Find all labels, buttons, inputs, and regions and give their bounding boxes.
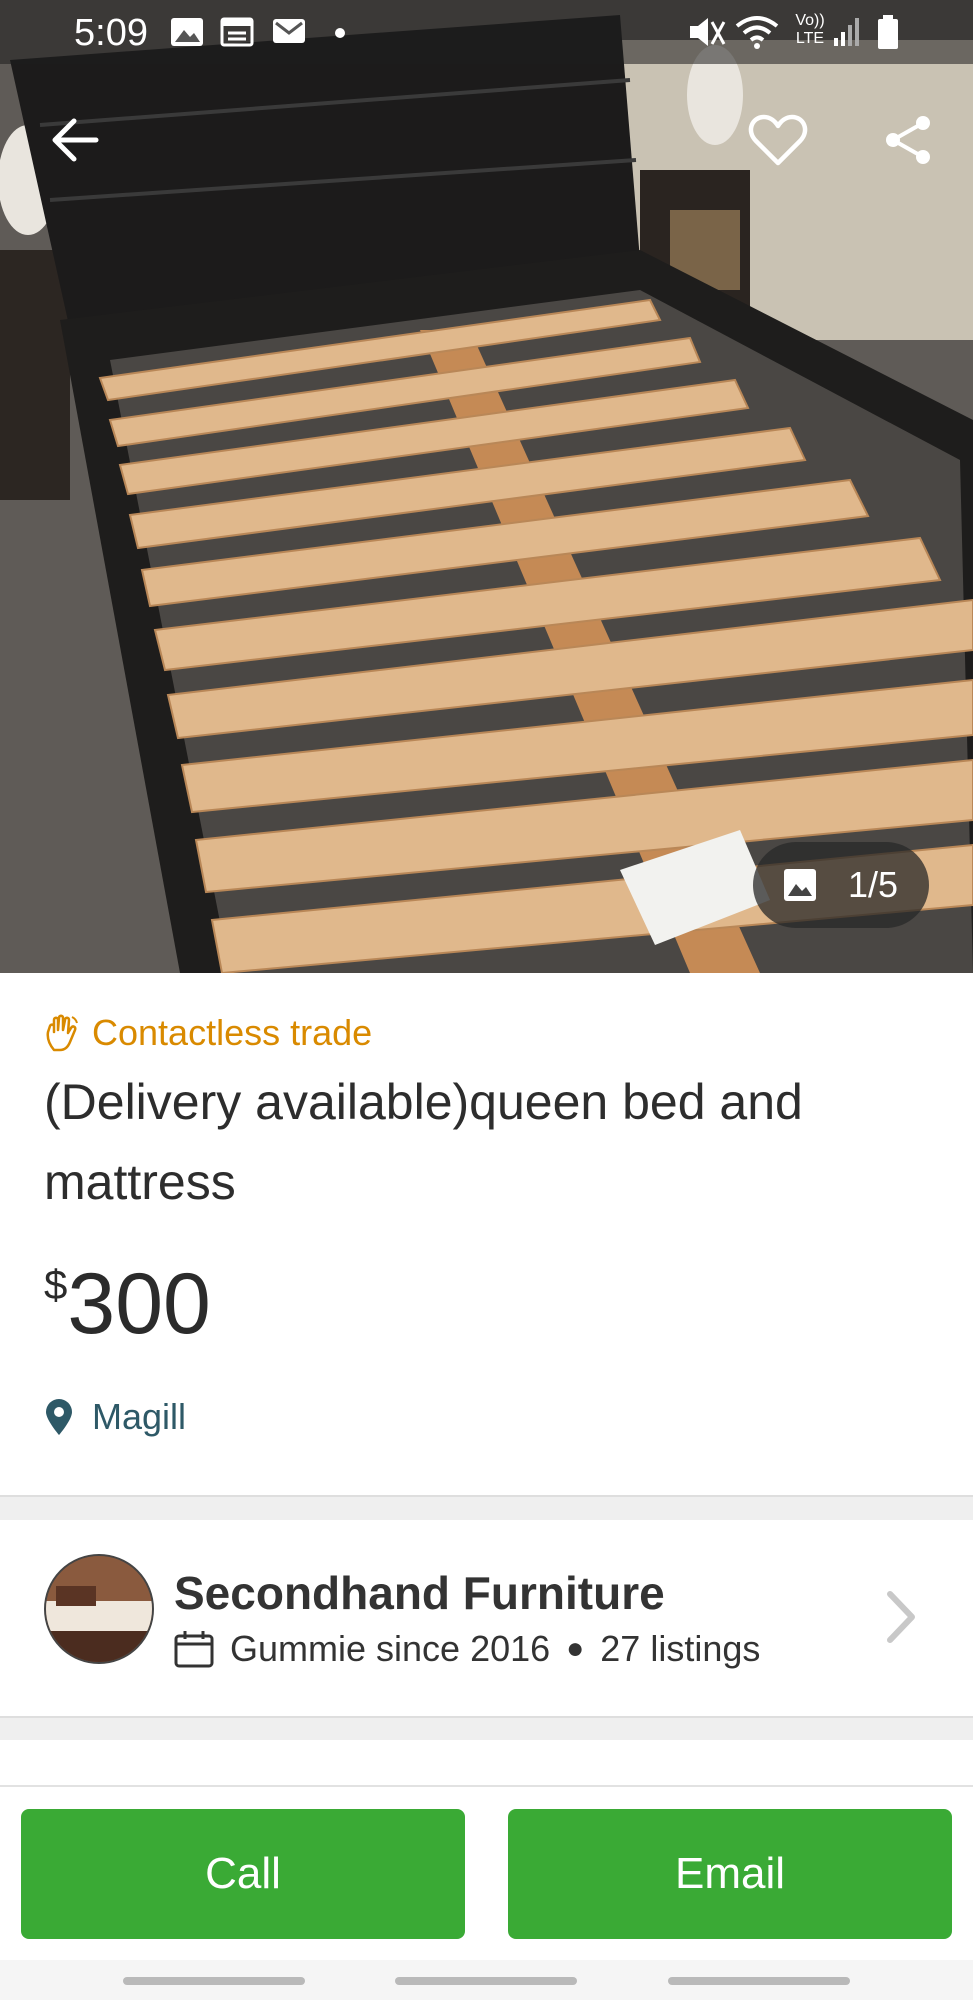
email-button[interactable]: Email <box>508 1809 952 1939</box>
volte-label-bottom: LTE <box>795 30 825 47</box>
mute-vibrate-icon <box>686 14 726 55</box>
seller-avatar-image <box>46 1556 152 1662</box>
chevron-right-icon <box>887 1591 915 1643</box>
hand-icon <box>46 1014 78 1052</box>
calendar-notification-icon <box>220 16 254 53</box>
volte-label-top: Vo)) <box>795 12 825 29</box>
seller-listings-count: 27 listings <box>600 1628 761 1669</box>
share-button[interactable] <box>873 105 943 175</box>
listing-title: (Delivery available)queen bed and mattre… <box>44 1074 803 1210</box>
volte-icon: Vo)) LTE <box>790 12 830 48</box>
listing-price: $300 <box>44 1255 211 1354</box>
call-button[interactable]: Call <box>21 1809 465 1939</box>
back-arrow-icon <box>52 118 99 162</box>
system-nav-bar <box>0 1960 973 2000</box>
section-gap <box>0 1718 973 1740</box>
image-icon <box>784 869 816 901</box>
price-currency: $ <box>44 1261 68 1308</box>
contactless-label: Contactless trade <box>92 1012 373 1053</box>
nav-back-pill[interactable] <box>668 1977 850 1985</box>
heart-icon <box>748 114 808 166</box>
gmail-icon <box>272 16 306 51</box>
action-bar: Call Email <box>0 1785 973 1962</box>
share-icon <box>886 116 930 164</box>
dot-icon <box>334 26 346 44</box>
seller-row[interactable]: Secondhand Furniture Gummie since 2016 ●… <box>0 1520 973 1716</box>
seller-name: Secondhand Furniture <box>174 1567 665 1619</box>
nav-recents-pill[interactable] <box>123 1977 305 1985</box>
signal-icon <box>832 14 862 53</box>
location-pin-icon <box>46 1399 72 1435</box>
contactless-badge: Contactless trade <box>44 1012 372 1054</box>
status-bar: 5:09 Vo)) LTE <box>0 0 973 64</box>
back-button[interactable] <box>40 105 110 175</box>
calendar-icon <box>174 1631 214 1668</box>
battery-icon <box>876 14 900 55</box>
photo-counter[interactable]: 1/5 <box>753 842 929 928</box>
image-notification-icon <box>170 16 204 53</box>
avatar <box>44 1554 154 1664</box>
seller-meta: Gummie since 2016 ● 27 listings <box>174 1628 760 1670</box>
listing-photo[interactable]: 5:09 Vo)) LTE 1/5 <box>0 0 973 973</box>
photo-counter-text: 1/5 <box>848 864 899 905</box>
favourite-button[interactable] <box>743 105 813 175</box>
separator-dot: ● <box>566 1632 585 1665</box>
wifi-icon <box>734 14 780 57</box>
seller-member-since: Gummie since 2016 <box>230 1628 551 1669</box>
price-amount: 300 <box>67 1256 211 1352</box>
listing-location[interactable]: Magill <box>44 1396 186 1438</box>
bed-frame-photo <box>0 0 973 973</box>
nav-home-pill[interactable] <box>395 1977 577 1985</box>
location-label: Magill <box>92 1396 187 1437</box>
section-gap <box>0 1497 973 1520</box>
status-time: 5:09 <box>74 12 148 54</box>
